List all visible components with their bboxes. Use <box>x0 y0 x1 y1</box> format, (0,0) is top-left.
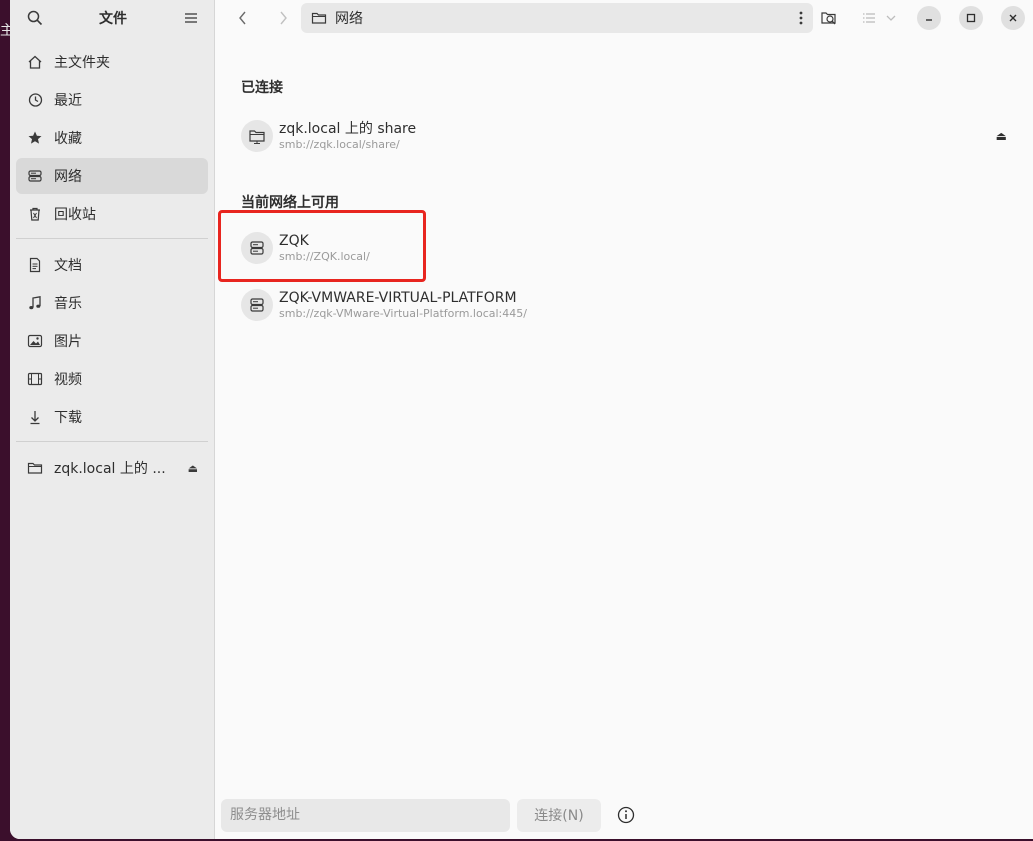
sidebar-item-label: 回收站 <box>54 207 96 223</box>
sidebar-item-mounted-share[interactable]: zqk.local 上的 ... ⏏ <box>16 450 208 486</box>
location-label: 网络 <box>335 11 363 27</box>
available-section-title: 当前网络上可用 <box>241 195 339 211</box>
sidebar-item-music[interactable]: 音乐 <box>16 285 208 321</box>
sidebar-item-documents[interactable]: 文档 <box>16 247 208 283</box>
sidebar: 文件 主文件夹 最近 收藏 网络 回收站 文档 音乐 图片 视频 下载 zqk.… <box>10 0 215 839</box>
close-button[interactable] <box>1001 6 1025 30</box>
sidebar-item-label: 收藏 <box>54 131 82 147</box>
hamburger-menu-icon[interactable] <box>180 7 202 29</box>
star-icon <box>26 129 44 147</box>
search-icon[interactable] <box>24 7 46 29</box>
sidebar-item-label: 音乐 <box>54 296 82 312</box>
connected-section-title: 已连接 <box>241 80 283 96</box>
download-icon <box>26 408 44 426</box>
picture-icon <box>26 332 44 350</box>
sidebar-separator <box>16 238 208 239</box>
more-options-icon[interactable] <box>799 11 803 25</box>
eject-icon[interactable]: ⏏ <box>188 462 198 475</box>
close-icon <box>1009 14 1017 22</box>
maximize-icon <box>966 13 976 23</box>
trash-icon <box>26 205 44 223</box>
share-name: zqk.local 上的 share <box>279 121 417 137</box>
toolbar: 网络 <box>215 0 1033 36</box>
folder-icon <box>311 10 327 26</box>
connected-share-row[interactable]: zqk.local 上的 share smb://zqk.local/share… <box>241 113 1007 159</box>
info-icon[interactable] <box>615 804 637 826</box>
file-manager-window: 文件 主文件夹 最近 收藏 网络 回收站 文档 音乐 图片 视频 下载 zqk.… <box>10 0 1033 839</box>
sidebar-separator <box>16 441 208 442</box>
sidebar-item-home[interactable]: 主文件夹 <box>16 44 208 80</box>
host-name: ZQK-VMWARE-VIRTUAL-PLATFORM <box>279 290 517 306</box>
desktop-glyph: 主 <box>0 23 10 39</box>
main-content: 网络 已连接 zqk.local 上的 share smb://zqk.loca… <box>215 0 1033 839</box>
chevron-right-icon <box>280 11 287 25</box>
sidebar-item-starred[interactable]: 收藏 <box>16 120 208 156</box>
sidebar-item-trash[interactable]: 回收站 <box>16 196 208 232</box>
sidebar-item-downloads[interactable]: 下载 <box>16 399 208 435</box>
sidebar-item-network[interactable]: 网络 <box>16 158 208 194</box>
location-bar[interactable]: 网络 <box>301 3 813 33</box>
forward-button[interactable] <box>269 4 297 32</box>
sidebar-item-label: 图片 <box>54 334 82 350</box>
share-uri: smb://zqk.local/share/ <box>279 138 400 151</box>
sidebar-item-label: 最近 <box>54 93 82 109</box>
list-view-icon[interactable] <box>855 4 883 32</box>
back-button[interactable] <box>229 4 257 32</box>
eject-icon[interactable]: ⏏ <box>996 129 1007 143</box>
minimize-button[interactable] <box>917 6 941 30</box>
host-uri: smb://zqk-VMware-Virtual-Platform.local:… <box>279 307 527 320</box>
sidebar-item-label: zqk.local 上的 ... <box>54 461 166 477</box>
folder-share-icon <box>241 120 273 152</box>
sidebar-list: 主文件夹 最近 收藏 网络 回收站 文档 音乐 图片 视频 下载 zqk.loc… <box>10 36 214 486</box>
sidebar-item-label: 网络 <box>54 169 82 185</box>
toolbar-right <box>815 4 1025 32</box>
music-icon <box>26 294 44 312</box>
sidebar-item-recent[interactable]: 最近 <box>16 82 208 118</box>
maximize-button[interactable] <box>959 6 983 30</box>
sidebar-item-pictures[interactable]: 图片 <box>16 323 208 359</box>
sidebar-item-label: 视频 <box>54 372 82 388</box>
server-icon <box>241 289 273 321</box>
sidebar-item-videos[interactable]: 视频 <box>16 361 208 397</box>
recent-icon <box>26 91 44 109</box>
sidebar-item-label: 主文件夹 <box>54 55 110 71</box>
video-icon <box>26 370 44 388</box>
highlight-box <box>218 210 426 282</box>
search-folder-icon[interactable] <box>815 4 843 32</box>
bottom-bar: 连接(N) <box>215 791 1033 839</box>
document-icon <box>26 256 44 274</box>
home-icon <box>26 53 44 71</box>
chevron-left-icon <box>239 11 246 25</box>
folder-icon <box>26 459 44 477</box>
sidebar-item-label: 文档 <box>54 258 82 274</box>
server-address-input[interactable] <box>221 798 510 832</box>
connect-button[interactable]: 连接(N) <box>517 798 601 832</box>
network-icon <box>26 167 44 185</box>
minimize-icon <box>926 19 932 21</box>
available-host-row[interactable]: ZQK-VMWARE-VIRTUAL-PLATFORM smb://zqk-VM… <box>241 282 1007 328</box>
chevron-down-icon[interactable] <box>883 4 899 32</box>
sidebar-item-label: 下载 <box>54 410 82 426</box>
sidebar-title: 文件 <box>99 11 127 27</box>
sidebar-header: 文件 <box>10 0 214 36</box>
